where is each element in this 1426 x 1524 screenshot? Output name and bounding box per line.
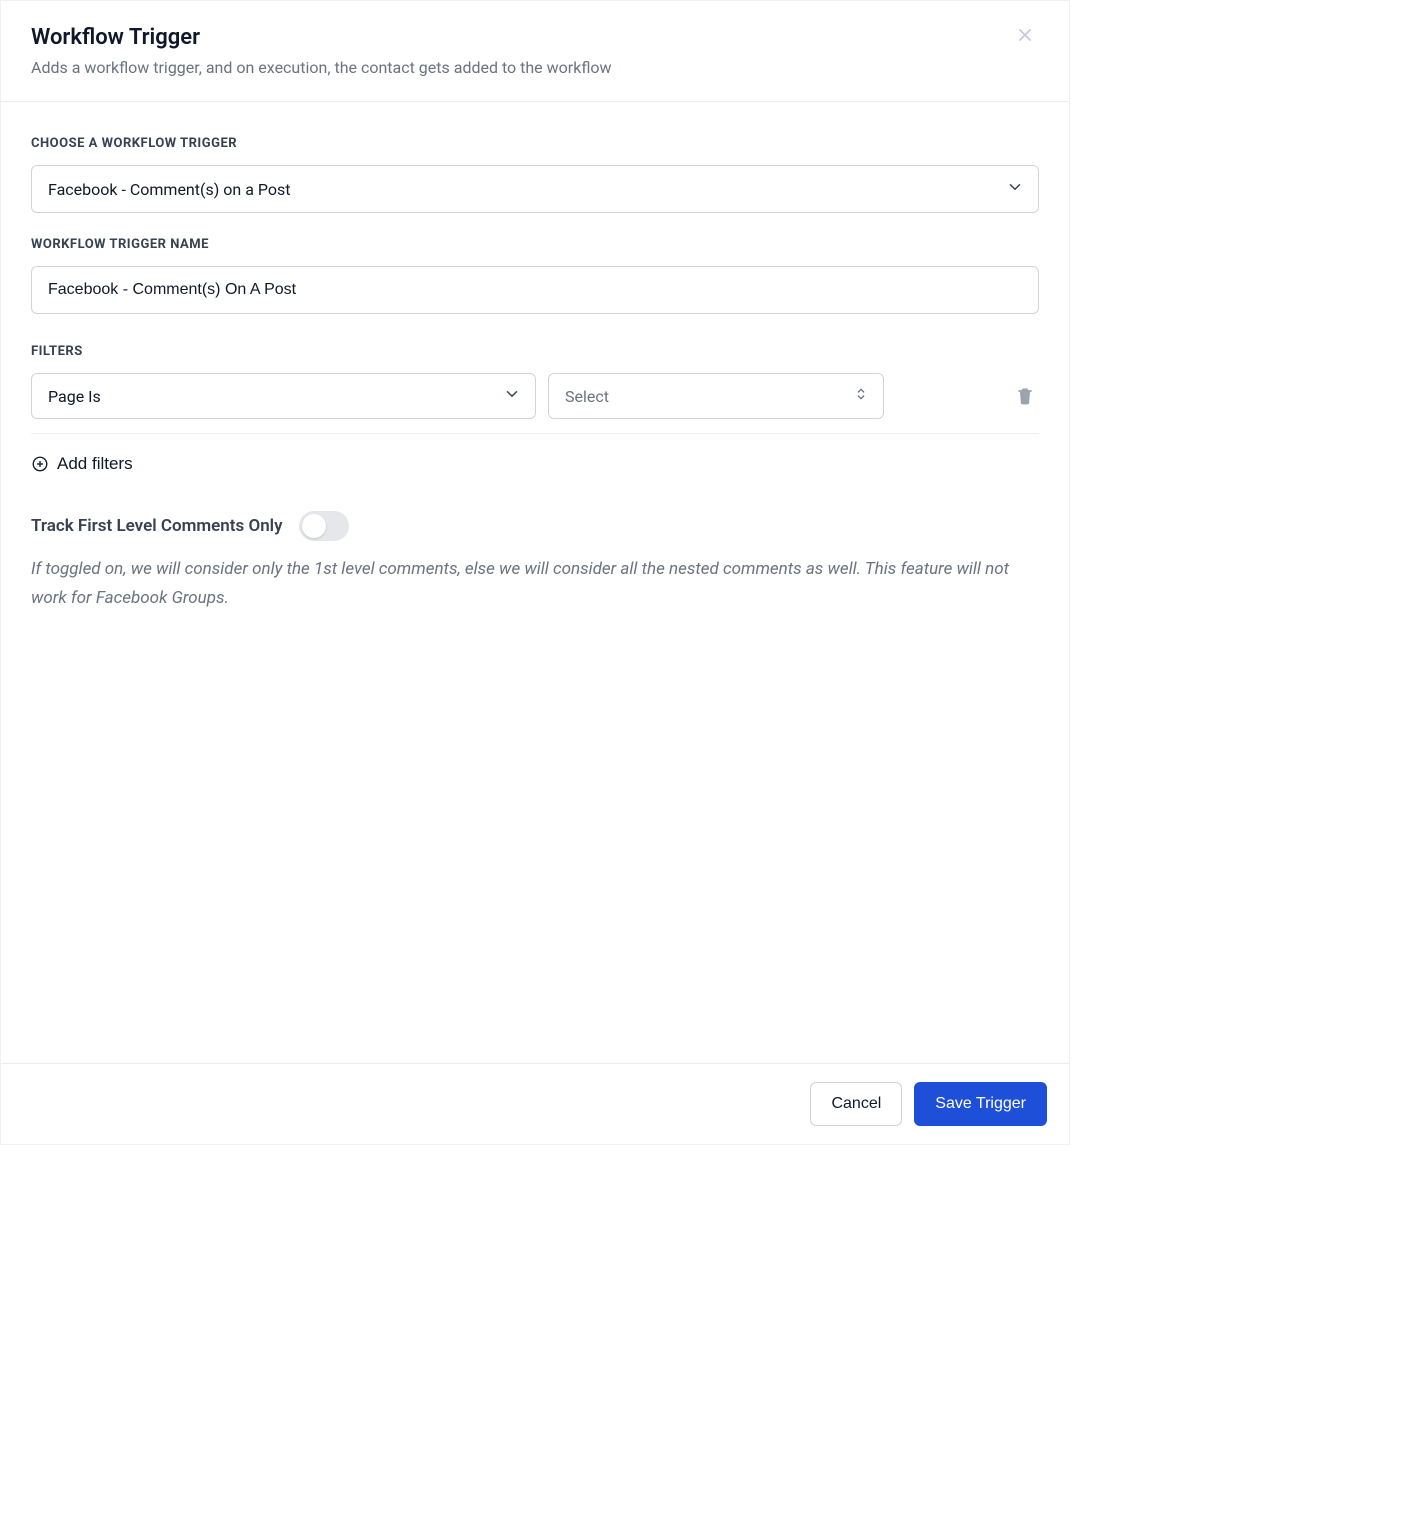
add-filters-button[interactable]: Add filters — [31, 454, 133, 474]
close-icon — [1015, 25, 1035, 45]
trigger-name-input-wrap[interactable] — [31, 266, 1039, 314]
modal-title: Workflow Trigger — [31, 25, 1011, 50]
modal-header: Workflow Trigger Adds a workflow trigger… — [1, 1, 1069, 102]
filter-field-select[interactable]: Page Is — [31, 373, 536, 419]
plus-circle-icon — [31, 455, 49, 473]
trigger-select-wrap: Facebook - Comment(s) on a Post — [31, 165, 1039, 213]
filter-value-placeholder: Select — [565, 387, 609, 406]
filters-label: FILTERS — [31, 344, 1039, 359]
trigger-name-label: WORKFLOW TRIGGER NAME — [31, 237, 1039, 252]
add-filters-label: Add filters — [57, 454, 133, 474]
close-button[interactable] — [1011, 25, 1039, 45]
track-first-level-row: Track First Level Comments Only — [31, 511, 1039, 541]
chevron-down-icon — [1006, 178, 1024, 200]
filter-field-value: Page Is — [48, 387, 101, 406]
trigger-select-value: Facebook - Comment(s) on a Post — [48, 180, 290, 199]
trigger-name-wrap — [31, 266, 1039, 314]
choose-trigger-label: CHOOSE A WORKFLOW TRIGGER — [31, 136, 1039, 151]
modal-subtitle: Adds a workflow trigger, and on executio… — [31, 58, 1011, 77]
track-first-level-help: If toggled on, we will consider only the… — [31, 555, 1039, 613]
filter-row: Page Is Select — [31, 373, 1039, 434]
trigger-select[interactable]: Facebook - Comment(s) on a Post — [31, 165, 1039, 213]
updown-icon — [853, 386, 869, 406]
track-first-level-toggle[interactable] — [299, 511, 349, 541]
track-first-level-label: Track First Level Comments Only — [31, 516, 283, 536]
trigger-name-input[interactable] — [48, 281, 1022, 299]
chevron-down-icon — [503, 385, 521, 407]
delete-filter-button[interactable] — [1011, 382, 1039, 410]
trash-icon — [1015, 386, 1035, 406]
modal-body: CHOOSE A WORKFLOW TRIGGER Facebook - Com… — [1, 102, 1069, 1063]
save-trigger-button[interactable]: Save Trigger — [914, 1082, 1047, 1126]
modal-footer: Cancel Save Trigger — [1, 1063, 1069, 1144]
header-texts: Workflow Trigger Adds a workflow trigger… — [31, 25, 1011, 77]
cancel-button[interactable]: Cancel — [810, 1082, 902, 1126]
filter-value-select[interactable]: Select — [548, 373, 884, 419]
toggle-knob — [302, 514, 326, 538]
